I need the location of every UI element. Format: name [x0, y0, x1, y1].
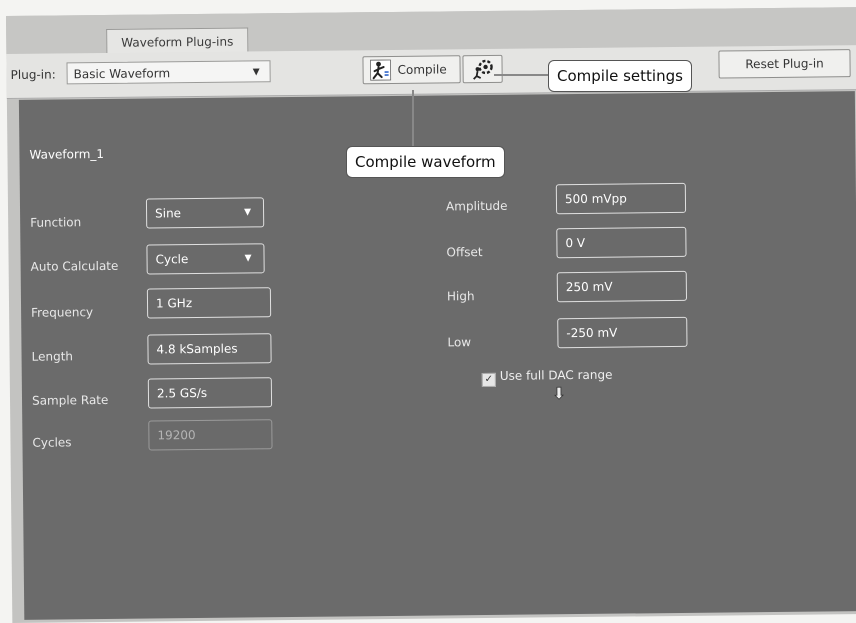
frequency-input[interactable]: 1 GHz	[146, 287, 272, 319]
chevron-down-icon: ▼	[244, 207, 252, 218]
compile-settings-callout: Compile settings	[548, 60, 692, 92]
high-input[interactable]: 250 mV	[556, 270, 688, 303]
offset-label: Offset	[446, 245, 483, 260]
auto-calculate-label: Auto Calculate	[30, 258, 119, 274]
function-select[interactable]: Sine ▼	[145, 197, 265, 229]
compile-button[interactable]: Compile	[362, 55, 461, 85]
amplitude-label: Amplitude	[445, 198, 508, 214]
frequency-label: Frequency	[31, 305, 94, 320]
running-person-icon	[370, 59, 392, 81]
chevron-down-icon: ▼	[252, 67, 260, 78]
low-input[interactable]: -250 mV	[557, 316, 688, 349]
checkmark-icon: ✓	[481, 372, 496, 388]
compile-label: Compile	[397, 62, 447, 77]
function-value: Sine	[155, 206, 182, 221]
callout-leader-line	[494, 74, 554, 76]
sample-rate-input[interactable]: 2.5 GS/s	[147, 377, 273, 409]
mouse-cursor-icon	[554, 386, 564, 400]
auto-calculate-select[interactable]: Cycle ▼	[146, 243, 265, 275]
toolbar: Plug-in: Basic Waveform ▼ Compile Reset …	[6, 45, 856, 99]
reset-plugin-button[interactable]: Reset Plug-in	[718, 49, 851, 79]
app-window: Waveform Plug-ins Plug-in: Basic Wavefor…	[6, 7, 856, 623]
plugin-select-value: Basic Waveform	[73, 66, 171, 82]
use-full-dac-range-label: Use full DAC range	[499, 367, 613, 383]
use-full-dac-range-checkbox[interactable]: ✓ Use full DAC range	[481, 367, 613, 388]
waveform-name: Waveform_1	[29, 146, 105, 162]
sample-rate-label: Sample Rate	[31, 392, 109, 408]
plugin-select[interactable]: Basic Waveform ▼	[66, 60, 271, 85]
chevron-down-icon: ▼	[244, 253, 252, 264]
compile-settings-button[interactable]	[462, 54, 503, 84]
gear-person-icon	[473, 59, 493, 80]
cycles-input: 19200	[148, 419, 273, 451]
length-label: Length	[31, 349, 74, 364]
function-label: Function	[30, 215, 82, 230]
offset-input[interactable]: 0 V	[556, 226, 687, 259]
low-label: Low	[447, 335, 472, 350]
length-input[interactable]: 4.8 kSamples	[147, 333, 272, 365]
high-label: High	[446, 289, 475, 304]
callout-leader-line	[412, 90, 414, 148]
amplitude-input[interactable]: 500 mVpp	[555, 182, 687, 215]
compile-waveform-callout: Compile waveform	[346, 146, 505, 178]
plugin-label: Plug-in:	[10, 67, 56, 82]
cycles-label: Cycles	[32, 435, 72, 450]
auto-calculate-value: Cycle	[155, 252, 189, 267]
